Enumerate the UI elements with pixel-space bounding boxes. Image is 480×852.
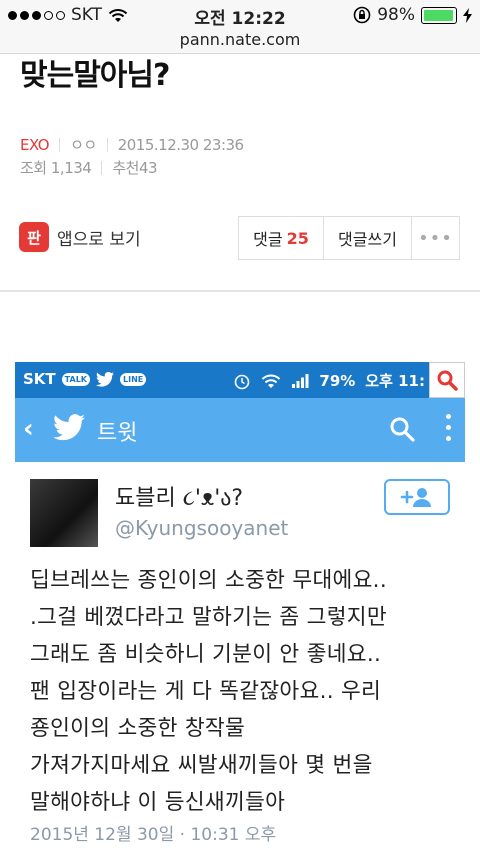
line-icon: LINE <box>120 372 147 386</box>
section-divider <box>0 290 480 292</box>
more-options-button[interactable]: ••• <box>412 217 459 259</box>
comments-label: 댓글 <box>253 230 283 249</box>
comments-button[interactable]: 댓글 25 <box>239 217 324 259</box>
tweet-body: 딥브레쓰는 종인이의 소중한 무대에요.. .그걸 베꼈다라고 말하기는 좀 그렇… <box>30 562 460 821</box>
embedded-time: 오후 11: <box>365 372 425 390</box>
back-arrow-icon: ‹ <box>23 414 34 444</box>
tweet-line: 팬 입장이라는 게 다 똑같잖아요.. 우리 <box>30 679 382 704</box>
avatar <box>30 479 98 547</box>
tweet-timestamp: 2015년 12월 30일 · 10:31 오후 <box>30 825 277 845</box>
overflow-menu-icon <box>446 414 451 441</box>
views-label: 조회 <box>20 159 47 177</box>
author-name: ㅇㅇ <box>70 136 97 154</box>
tweet-user-name: 됴블리 ૮'ᴥ'ა? <box>115 486 244 511</box>
embedded-status-bar: SKT TALK LINE 79% 오후 11: <box>15 362 465 398</box>
wifi-icon <box>262 374 281 388</box>
url-bar[interactable]: pann.nate.com <box>0 30 480 54</box>
tweet-line: 그래도 좀 비슷하니 기분이 안 좋네요.. <box>30 642 382 667</box>
category-link[interactable]: EXO <box>20 136 50 154</box>
embedded-screenshot: SKT TALK LINE 79% 오후 11: ‹ 트윗 됴블리 ૮'ᴥ'ა?… <box>15 362 465 852</box>
search-icon <box>390 417 415 442</box>
divider <box>106 137 108 152</box>
url-text: pann.nate.com <box>179 30 301 49</box>
divider <box>101 160 103 175</box>
tweet-line: 가져가지마세요 씨발새끼들아 몇 번을 <box>30 753 373 778</box>
follow-user-icon <box>384 479 450 515</box>
tweet-line: 말해야하냐 이 등신새끼들아 <box>30 790 286 815</box>
signal-bars-icon <box>292 373 309 388</box>
alarm-icon <box>235 374 250 389</box>
open-in-app-label: 앱으로 보기 <box>57 229 141 250</box>
twitter-bird-small-icon <box>96 371 114 387</box>
embedded-battery-percent: 79% <box>319 371 356 390</box>
rotation-lock-icon <box>353 6 371 24</box>
twitter-header: ‹ 트윗 <box>15 398 465 462</box>
open-in-app-link[interactable]: 판 앱으로 보기 <box>19 222 141 252</box>
divider <box>59 137 61 152</box>
tweet-user-handle: @Kyungsooyanet <box>115 516 289 540</box>
battery-percent: 98% <box>377 5 415 25</box>
kakaotalk-icon: TALK <box>61 372 90 386</box>
page-title: 맞는말아님? <box>20 58 170 93</box>
magnifier-search-icon <box>429 362 465 398</box>
embedded-carrier: SKT <box>23 370 56 388</box>
write-comment-button[interactable]: 댓글쓰기 <box>324 217 412 259</box>
tweet-line: .그걸 베꼈다라고 말하기는 좀 그렇지만 <box>30 605 387 630</box>
post-datetime: 2015.12.30 23:36 <box>117 135 244 154</box>
tweet-line: 딥브레쓰는 종인이의 소중한 무대에요.. <box>30 568 387 593</box>
twitter-logo-icon <box>53 414 85 441</box>
status-bar: SKT 오전 12:22 98% <box>0 0 480 30</box>
views-count: 1,134 <box>50 159 92 177</box>
charging-icon <box>463 7 472 23</box>
post-stats: 조회 1,134 추천43 <box>20 157 158 178</box>
twitter-header-title: 트윗 <box>97 421 138 446</box>
battery-icon <box>421 6 457 24</box>
recommend-stat: 추천43 <box>112 157 157 178</box>
comments-count: 25 <box>286 228 309 248</box>
views-stat: 조회 1,134 <box>20 157 92 178</box>
pann-app-icon: 판 <box>19 222 49 252</box>
post-meta: EXO ㅇㅇ 2015.12.30 23:36 <box>20 134 244 155</box>
tweet-line: 죵인이의 소중한 창작물 <box>30 716 246 741</box>
recommend-label: 추천 <box>112 159 139 177</box>
status-right: 98% <box>353 5 472 25</box>
comment-actions: 댓글 25 댓글쓰기 ••• <box>238 216 460 260</box>
recommend-count: 43 <box>138 159 158 177</box>
